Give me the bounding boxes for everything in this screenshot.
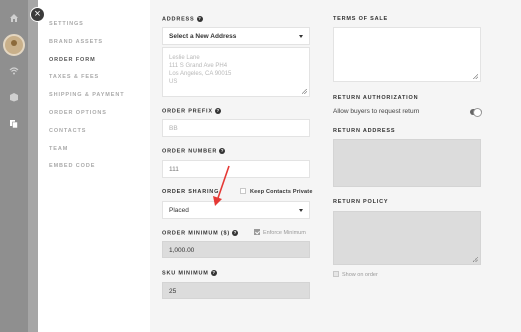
allow-return-label: Allow buyers to request return (333, 108, 420, 115)
show-on-order-checkbox[interactable] (333, 271, 339, 277)
close-icon[interactable]: × (30, 7, 45, 22)
address-line: US (169, 79, 178, 85)
nav-item-brand-assets[interactable]: BRAND ASSETS (49, 39, 103, 45)
return-policy-textarea[interactable] (333, 211, 481, 265)
address-line: Leslie Lane (169, 55, 200, 61)
order-number-input[interactable]: 111 (162, 160, 310, 178)
chevron-down-icon (299, 209, 303, 212)
order-prefix-value: BB (169, 125, 178, 132)
order-sharing-value: Placed (169, 207, 189, 214)
help-icon[interactable]: ? (196, 16, 203, 22)
nav-item-contacts[interactable]: CONTACTS (49, 128, 86, 134)
address-select[interactable]: Select a New Address (162, 27, 310, 45)
documents-icon[interactable] (9, 119, 19, 129)
sku-minimum-input[interactable]: 25 (162, 282, 310, 299)
enforce-minimum-checkbox[interactable] (254, 229, 260, 235)
nav-item-team[interactable]: TEAM (49, 146, 68, 152)
nav-item-embed-code[interactable]: EMBED CODE (49, 163, 95, 169)
return-authorization-label: RETURN AUTHORIZATION (333, 95, 419, 101)
order-form-panel: ADDRESS? Select a New Address Leslie Lan… (150, 0, 521, 332)
return-policy-label: RETURN POLICY (333, 199, 389, 205)
settings-sidebar: SETTINGS BRAND ASSETS ORDER FORM TAXES &… (38, 0, 150, 332)
help-icon[interactable]: ? (219, 148, 226, 154)
terms-of-sale-label: TERMS OF SALE (333, 16, 389, 22)
order-minimum-value: 1,000.00 (169, 247, 195, 254)
order-prefix-label: ORDER PREFIX? (162, 108, 221, 115)
order-sharing-select[interactable]: Placed (162, 201, 310, 219)
rail-divider (28, 0, 38, 332)
chevron-down-icon (299, 35, 303, 38)
home-icon[interactable] (9, 13, 19, 23)
order-number-value: 111 (169, 166, 179, 173)
nav-item-order-form[interactable]: ORDER FORM (49, 57, 96, 63)
help-icon[interactable]: ? (214, 108, 221, 114)
help-icon[interactable]: ? (210, 270, 217, 276)
order-minimum-input[interactable]: 1,000.00 (162, 241, 310, 258)
app-rail (0, 0, 28, 332)
order-sharing-label: ORDER SHARING (162, 189, 220, 195)
address-label: ADDRESS? (162, 16, 203, 23)
address-textarea[interactable]: Leslie Lane 111 S Grand Ave PH4 Los Ange… (162, 47, 310, 97)
address-select-value: Select a New Address (169, 33, 237, 40)
return-address-label: RETURN ADDRESS (333, 128, 396, 134)
avatar[interactable] (3, 34, 25, 56)
keep-contacts-label: Keep Contacts Private (250, 189, 313, 195)
box-icon[interactable] (9, 92, 19, 102)
sku-minimum-value: 25 (169, 288, 177, 295)
resize-handle[interactable] (473, 74, 478, 79)
nav-item-taxes-fees[interactable]: TAXES & FEES (49, 74, 99, 80)
order-number-label: ORDER NUMBER? (162, 148, 226, 155)
order-prefix-input[interactable]: BB (162, 119, 310, 137)
address-lines: Leslie Lane 111 S Grand Ave PH4 Los Ange… (169, 54, 231, 86)
return-address-textarea[interactable] (333, 139, 481, 187)
enforce-minimum-label: Enforce Minimum (263, 230, 306, 236)
address-line: 111 S Grand Ave PH4 (169, 63, 228, 69)
resize-handle[interactable] (473, 257, 478, 262)
sku-minimum-label: SKU MINIMUM? (162, 270, 217, 277)
terms-of-sale-textarea[interactable] (333, 27, 481, 82)
keep-contacts-checkbox[interactable] (240, 188, 246, 194)
wifi-icon[interactable] (9, 66, 19, 76)
allow-return-toggle[interactable] (470, 108, 482, 117)
help-icon[interactable]: ? (232, 230, 238, 236)
nav-item-settings[interactable]: SETTINGS (49, 21, 84, 27)
resize-handle[interactable] (302, 89, 307, 94)
nav-item-order-options[interactable]: ORDER OPTIONS (49, 110, 107, 116)
address-line: Los Angeles, CA 90015 (169, 71, 232, 77)
show-on-order-label: Show on order (342, 272, 378, 278)
order-minimum-label: ORDER MINIMUM ($)? (162, 230, 238, 237)
nav-item-shipping-payment[interactable]: SHIPPING & PAYMENT (49, 92, 125, 98)
